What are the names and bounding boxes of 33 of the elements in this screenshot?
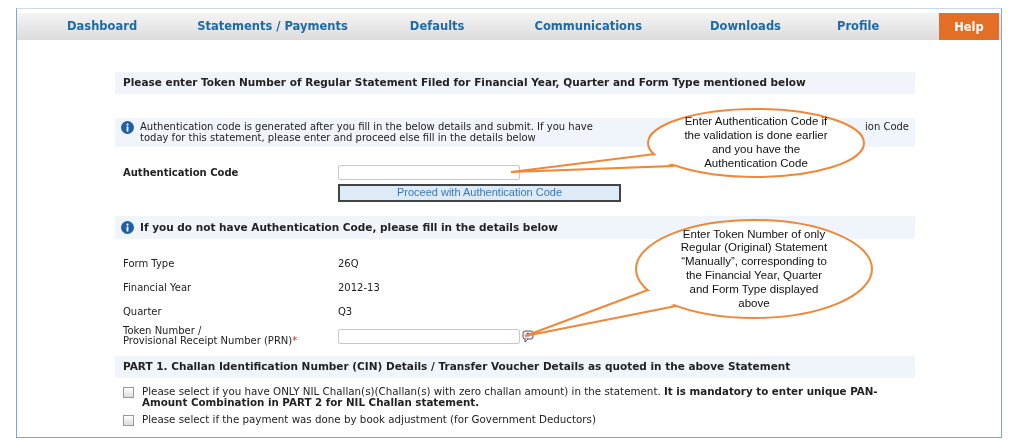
- info-icon: [121, 220, 134, 234]
- section-heading: Please enter Token Number of Regular Statement Filed for Financial Year, Quarter and Form Type mentioned below: [115, 72, 915, 94]
- nav-link[interactable]: Profile: [836, 17, 880, 36]
- info-text: ion Code: [865, 120, 909, 133]
- field-label: Form Type: [122, 256, 176, 271]
- token-number-input[interactable]: [338, 328, 520, 344]
- info-text: If you do not have Authentication Code, please fill in the details below: [140, 220, 559, 234]
- field-value: 2012-13: [338, 280, 380, 295]
- section-heading: PART 1. Challan Identification Number (CIN) Details / Transfer Voucher Details as quoted in the above Statement: [115, 355, 915, 378]
- option-text: Please select if the payment was done by book adjustment (for Government Deductors): [142, 414, 596, 426]
- authentication-code-input[interactable]: [338, 164, 520, 180]
- checkbox[interactable]: [123, 386, 134, 398]
- info-text: Authentication code is generated after you fill in the below details and submit. If you have: [140, 120, 593, 133]
- field-label: Token Number / Provisional Receipt Number (PRN)*: [122, 325, 299, 347]
- callout-text: Enter Authentication Code if the validation is done earlier and you have the Authentication Code: [683, 115, 829, 171]
- nav-link[interactable]: Defaults: [409, 17, 465, 36]
- help-button[interactable]: Help: [939, 13, 999, 40]
- proceed-button[interactable]: Proceed with Authentication Code: [338, 183, 621, 202]
- nav-link[interactable]: Statements / Payments: [197, 17, 348, 36]
- checkbox[interactable]: [123, 415, 134, 427]
- callout-text: Enter Token Number of only Regular (Original) Statement “Manually”, corresponding to the Financial Year, Quarter and Form Type displayed above: [679, 227, 829, 311]
- nav-link[interactable]: Dashboard: [67, 17, 138, 36]
- field-value: Q3: [338, 304, 353, 319]
- field-label: Authentication Code: [122, 165, 240, 180]
- nav-link[interactable]: Downloads: [710, 17, 781, 36]
- field-label: Quarter: [122, 304, 163, 319]
- required-mark: *: [292, 335, 298, 347]
- field-label: Financial Year: [122, 280, 193, 295]
- field-value: 26Q: [338, 256, 359, 271]
- info-icon: [121, 120, 134, 134]
- nav-link[interactable]: Communications: [534, 17, 642, 36]
- option-text: Please select if you have ONLY NIL Challan(s)(Challan(s) with zero challan amount) in the statement. It is mandatory to enter unique PAN-Amount Combination in PART 2 for NIL Challan statement.: [142, 385, 879, 409]
- info-text: today for this statement, please enter and proceed else fill in the details below: [140, 132, 536, 144]
